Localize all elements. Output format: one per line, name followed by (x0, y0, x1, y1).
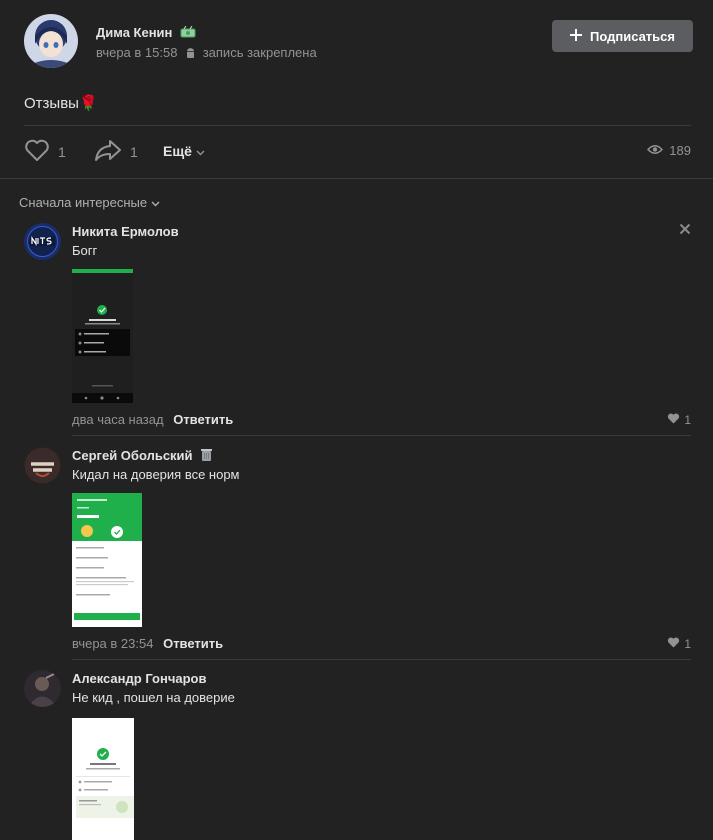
comment-like-button[interactable]: 1 (667, 637, 691, 651)
trash-emoji-icon (200, 448, 213, 465)
plus-icon (569, 28, 582, 44)
commenter-name[interactable]: Никита Ермолов (72, 224, 179, 239)
share-icon (94, 138, 122, 165)
heart-icon (667, 413, 680, 427)
comment-time[interactable]: два часа назад (72, 412, 164, 427)
divider (72, 659, 691, 660)
reply-button[interactable]: Ответить (173, 412, 233, 427)
android-icon (185, 47, 196, 62)
heart-icon (24, 138, 50, 165)
divider (0, 178, 713, 179)
reply-button[interactable]: Ответить (163, 636, 223, 651)
divider (24, 125, 691, 126)
post-meta: вчера в 15:58 запись закреплена (96, 45, 317, 62)
commenter-avatar[interactable] (24, 670, 61, 707)
comment: Никита Ермолов Богг два часа назад Ответ… (24, 223, 691, 436)
commenter-name[interactable]: Сергей Обольский (72, 448, 213, 465)
commenter-avatar[interactable] (24, 447, 61, 484)
subscribe-button[interactable]: Подписаться (552, 20, 693, 52)
comment-photo[interactable] (72, 493, 142, 627)
heart-icon (667, 637, 680, 651)
comment-like-button[interactable]: 1 (667, 413, 691, 427)
comment: Александр Гончаров Не кид , пошел на дов… (24, 670, 691, 840)
close-icon[interactable] (679, 223, 691, 238)
chevron-down-icon (196, 143, 205, 159)
commenter-name[interactable]: Александр Гончаров (72, 671, 206, 686)
more-button[interactable]: Ещё (163, 143, 205, 159)
post-text: Отзывы🌹 (24, 95, 98, 112)
author-name[interactable]: Дима Кенин (96, 25, 196, 42)
chevron-down-icon (151, 195, 160, 210)
like-button[interactable]: 1 (24, 138, 66, 165)
comments-sort-dropdown[interactable]: Сначала интересные (19, 195, 160, 210)
share-count: 1 (130, 143, 138, 160)
post-header: Дима Кенин вчера в 15:58 запись закрепле… (24, 14, 693, 70)
eye-icon (647, 143, 664, 158)
commenter-avatar[interactable] (24, 223, 61, 260)
share-button[interactable]: 1 (94, 138, 138, 165)
author-avatar[interactable] (24, 14, 78, 68)
comment-text: Кидал на доверия все норм (72, 467, 240, 482)
divider (72, 435, 691, 436)
money-emoji-icon (180, 25, 196, 42)
like-count: 1 (58, 143, 66, 160)
comment-photo[interactable] (72, 718, 134, 840)
comment-text: Богг (72, 243, 98, 258)
post-time[interactable]: вчера в 15:58 (96, 45, 177, 60)
comment: Сергей Обольский Кидал на доверия все но… (24, 447, 691, 660)
views-counter: 189 (647, 143, 691, 158)
comment-time[interactable]: вчера в 23:54 (72, 636, 153, 651)
post-actions: 1 1 Ещё 189 (24, 138, 691, 166)
comment-footer: вчера в 23:54 Ответить (72, 636, 223, 651)
comment-footer: два часа назад Ответить (72, 412, 233, 427)
comment-text: Не кид , пошел на доверие (72, 690, 235, 705)
pinned-label: запись закреплена (202, 45, 317, 60)
comment-photo[interactable] (72, 269, 133, 403)
comment-like-count: 1 (684, 413, 691, 427)
views-count: 189 (669, 143, 691, 158)
comment-like-count: 1 (684, 637, 691, 651)
